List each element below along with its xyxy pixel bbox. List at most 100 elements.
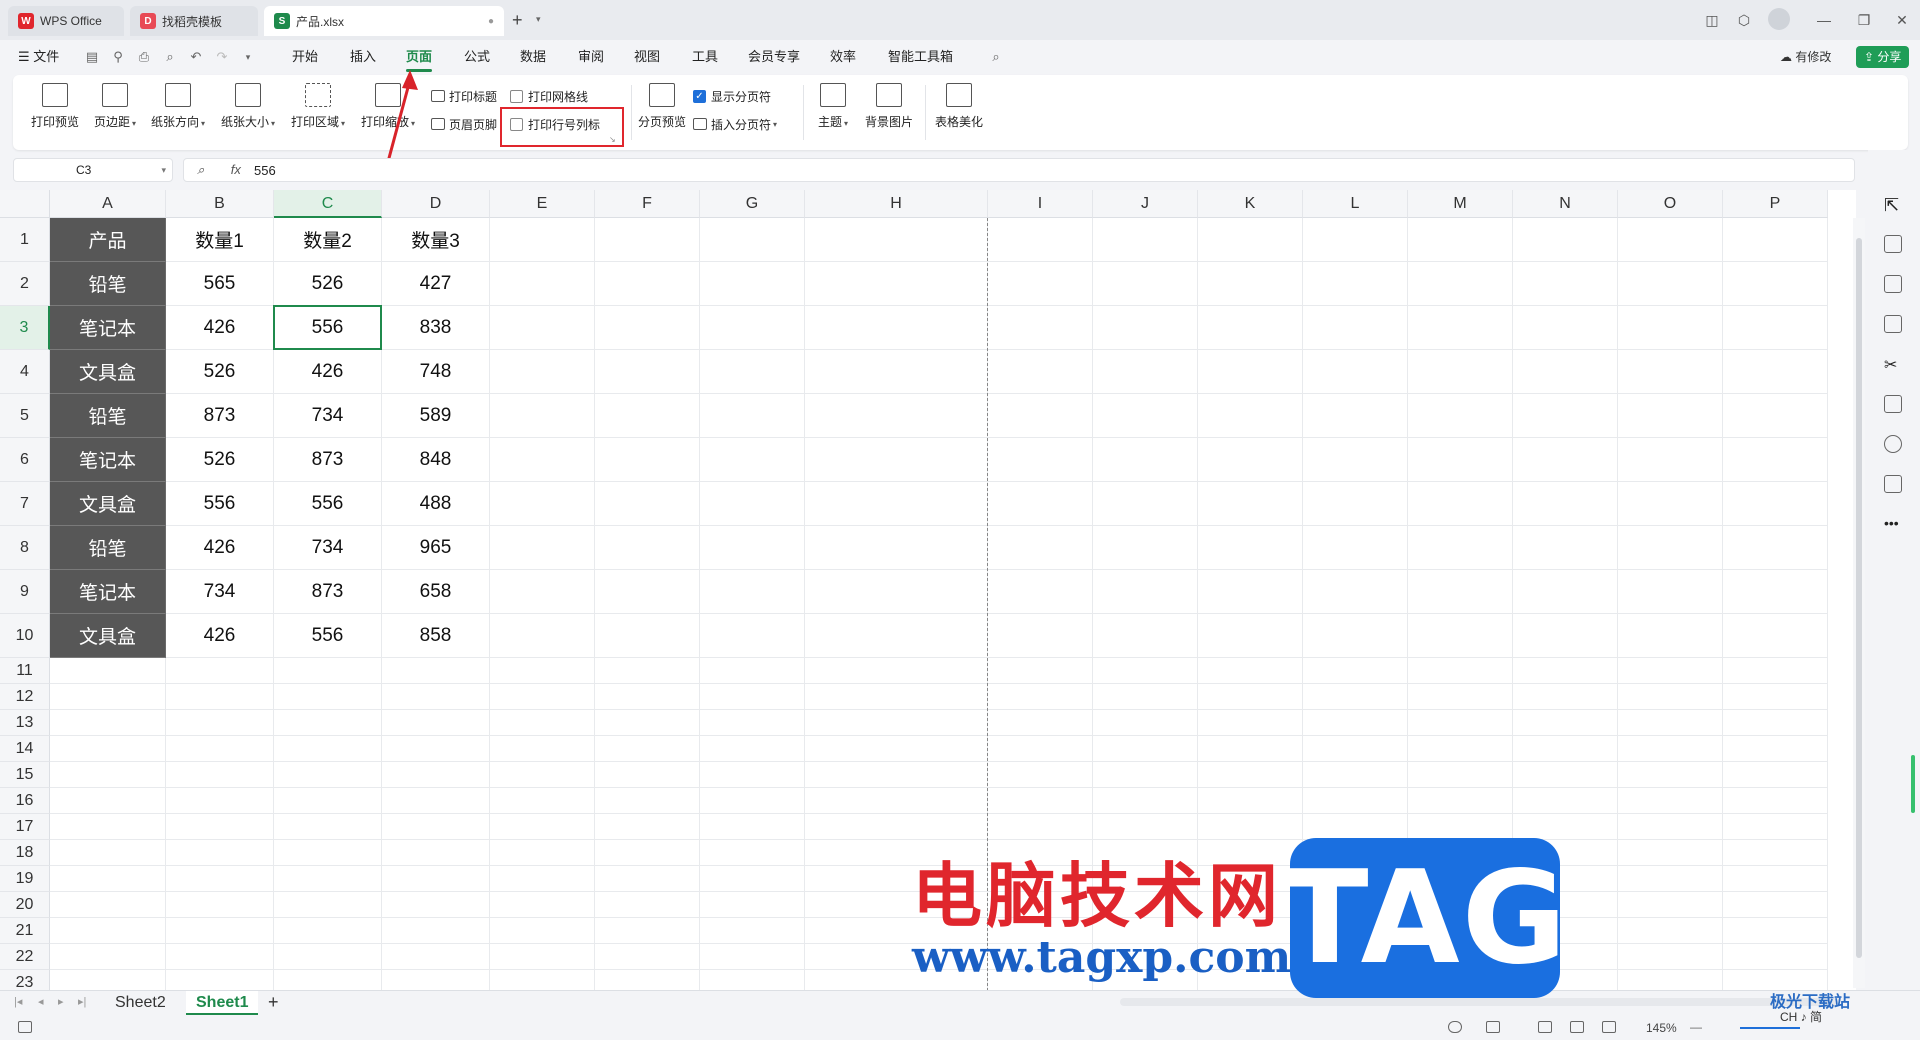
- cell-e8[interactable]: [490, 526, 595, 570]
- cell-g11[interactable]: [700, 658, 805, 684]
- cell-g5[interactable]: [700, 394, 805, 438]
- cell-a10[interactable]: 文具盒: [50, 614, 166, 658]
- cell-i13[interactable]: [988, 710, 1093, 736]
- cell-e6[interactable]: [490, 438, 595, 482]
- cell-p4[interactable]: [1723, 350, 1828, 394]
- cell-j4[interactable]: [1093, 350, 1198, 394]
- cell-p1[interactable]: [1723, 218, 1828, 262]
- cell-b23[interactable]: [166, 970, 274, 990]
- cell-g21[interactable]: [700, 918, 805, 944]
- cell-a15[interactable]: [50, 762, 166, 788]
- cell-a16[interactable]: [50, 788, 166, 814]
- cell-j3[interactable]: [1093, 306, 1198, 350]
- column-header-n[interactable]: N: [1513, 190, 1618, 218]
- cell-d8[interactable]: 965: [382, 526, 490, 570]
- cell-b15[interactable]: [166, 762, 274, 788]
- cell-g4[interactable]: [700, 350, 805, 394]
- row-header-7[interactable]: 7: [0, 482, 50, 526]
- layout-toggle-icon[interactable]: [1486, 1021, 1500, 1033]
- prev-sheet-icon[interactable]: ◂: [38, 995, 44, 1008]
- cell-p11[interactable]: [1723, 658, 1828, 684]
- cell-l17[interactable]: [1303, 814, 1408, 840]
- row-header-15[interactable]: 15: [0, 762, 50, 788]
- cell-d12[interactable]: [382, 684, 490, 710]
- cell-c14[interactable]: [274, 736, 382, 762]
- cell-l7[interactable]: [1303, 482, 1408, 526]
- cell-n8[interactable]: [1513, 526, 1618, 570]
- cell-a11[interactable]: [50, 658, 166, 684]
- cell-d23[interactable]: [382, 970, 490, 990]
- cell-i16[interactable]: [988, 788, 1093, 814]
- cell-o15[interactable]: [1618, 762, 1723, 788]
- cell-o9[interactable]: [1618, 570, 1723, 614]
- cell-k10[interactable]: [1198, 614, 1303, 658]
- cell-h6[interactable]: [805, 438, 988, 482]
- cell-a3[interactable]: 笔记本: [50, 306, 166, 350]
- theme-button[interactable]: 主题 ▾: [813, 83, 853, 130]
- next-sheet-icon[interactable]: ▸: [58, 995, 64, 1008]
- cell-p8[interactable]: [1723, 526, 1828, 570]
- cell-p13[interactable]: [1723, 710, 1828, 736]
- row-header-9[interactable]: 9: [0, 570, 50, 614]
- cell-f19[interactable]: [595, 866, 700, 892]
- menu-review[interactable]: 审阅: [578, 47, 604, 67]
- cell-n4[interactable]: [1513, 350, 1618, 394]
- cell-h10[interactable]: [805, 614, 988, 658]
- menu-member[interactable]: 会员专享: [748, 47, 800, 67]
- cell-n15[interactable]: [1513, 762, 1618, 788]
- cell-b21[interactable]: [166, 918, 274, 944]
- cell-l11[interactable]: [1303, 658, 1408, 684]
- column-header-g[interactable]: G: [700, 190, 805, 218]
- cell-p2[interactable]: [1723, 262, 1828, 306]
- cell-c13[interactable]: [274, 710, 382, 736]
- cell-a23[interactable]: [50, 970, 166, 990]
- cell-b20[interactable]: [166, 892, 274, 918]
- cell-i5[interactable]: [988, 394, 1093, 438]
- cell-l3[interactable]: [1303, 306, 1408, 350]
- margins-button[interactable]: 页边距 ▾: [88, 83, 142, 130]
- cell-l5[interactable]: [1303, 394, 1408, 438]
- cell-d11[interactable]: [382, 658, 490, 684]
- cell-h3[interactable]: [805, 306, 988, 350]
- cell-o17[interactable]: [1618, 814, 1723, 840]
- column-header-a[interactable]: A: [50, 190, 166, 218]
- cell-f8[interactable]: [595, 526, 700, 570]
- cell-g10[interactable]: [700, 614, 805, 658]
- cell-p12[interactable]: [1723, 684, 1828, 710]
- cell-n3[interactable]: [1513, 306, 1618, 350]
- cell-d14[interactable]: [382, 736, 490, 762]
- cell-f9[interactable]: [595, 570, 700, 614]
- cell-b3[interactable]: 426: [166, 306, 274, 350]
- cell-b5[interactable]: 873: [166, 394, 274, 438]
- cell-h2[interactable]: [805, 262, 988, 306]
- save-icon[interactable]: ▤: [84, 50, 100, 64]
- cell-d20[interactable]: [382, 892, 490, 918]
- cell-c21[interactable]: [274, 918, 382, 944]
- cell-m1[interactable]: [1408, 218, 1513, 262]
- column-header-h[interactable]: H: [805, 190, 988, 218]
- cell-b4[interactable]: 526: [166, 350, 274, 394]
- cell-j6[interactable]: [1093, 438, 1198, 482]
- cell-m4[interactable]: [1408, 350, 1513, 394]
- formula-bar[interactable]: ⌕ fx 556: [183, 158, 1855, 182]
- cell-d7[interactable]: 488: [382, 482, 490, 526]
- cell-k15[interactable]: [1198, 762, 1303, 788]
- cell-g15[interactable]: [700, 762, 805, 788]
- page-break-preview-button[interactable]: 分页预览: [635, 83, 689, 130]
- row-header-2[interactable]: 2: [0, 262, 50, 306]
- cell-c12[interactable]: [274, 684, 382, 710]
- column-header-m[interactable]: M: [1408, 190, 1513, 218]
- cell-g2[interactable]: [700, 262, 805, 306]
- tab-wps-office[interactable]: W WPS Office: [8, 6, 124, 36]
- cell-d19[interactable]: [382, 866, 490, 892]
- cell-g3[interactable]: [700, 306, 805, 350]
- cell-g6[interactable]: [700, 438, 805, 482]
- cell-f18[interactable]: [595, 840, 700, 866]
- tab-docer-templates[interactable]: D 找稻壳模板: [130, 6, 258, 36]
- cell-b16[interactable]: [166, 788, 274, 814]
- cell-p19[interactable]: [1723, 866, 1828, 892]
- print-titles-button[interactable]: 打印标题: [431, 87, 497, 105]
- cell-h16[interactable]: [805, 788, 988, 814]
- cell-o7[interactable]: [1618, 482, 1723, 526]
- cell-m7[interactable]: [1408, 482, 1513, 526]
